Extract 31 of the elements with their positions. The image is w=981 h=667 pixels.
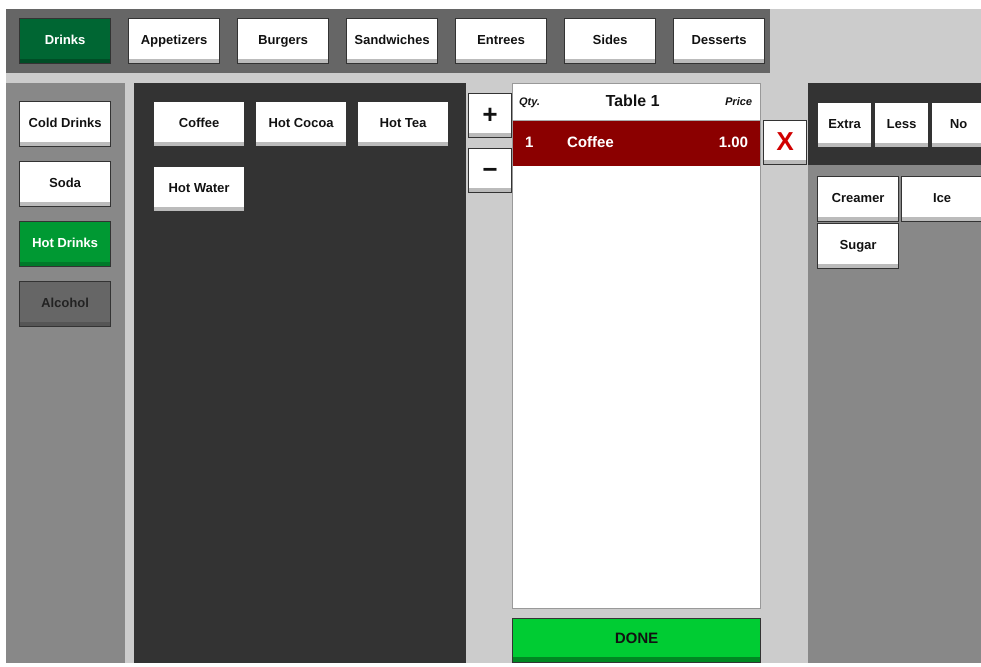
order-row[interactable]: 1 Coffee 1.00 <box>513 121 760 166</box>
subcategory-button[interactable]: Cold Drinks <box>19 101 111 147</box>
modifier-type-button[interactable]: Extra <box>817 102 872 148</box>
category-tab[interactable]: Desserts <box>673 18 765 64</box>
category-tab[interactable]: Appetizers <box>128 18 220 64</box>
modifier-type-button[interactable]: No <box>931 102 981 148</box>
subcategory-button[interactable]: Hot Drinks <box>19 221 111 267</box>
category-tab[interactable]: Sides <box>564 18 656 64</box>
order-title: Table 1 <box>606 92 660 112</box>
order-qty: 1 <box>525 134 534 152</box>
menu-item-button[interactable]: Hot Water <box>153 166 245 212</box>
done-button[interactable]: DONE <box>512 618 761 663</box>
remove-button[interactable]: X <box>763 120 807 165</box>
minus-button[interactable]: − <box>468 148 512 193</box>
category-tab[interactable]: Drinks <box>19 18 111 64</box>
category-tab[interactable]: Entrees <box>455 18 547 64</box>
plus-button[interactable]: + <box>468 93 512 138</box>
modifier-button[interactable]: Sugar <box>817 223 899 269</box>
order-item-name: Coffee <box>567 134 614 152</box>
menu-item-button[interactable]: Coffee <box>153 101 245 147</box>
qty-header: Qty. <box>519 94 540 110</box>
price-header: Price <box>725 94 752 110</box>
category-tab[interactable]: Sandwiches <box>346 18 438 64</box>
category-tab[interactable]: Burgers <box>237 18 329 64</box>
modifier-button[interactable]: Ice <box>901 176 981 222</box>
order-price: 1.00 <box>718 134 748 152</box>
modifier-button[interactable]: Creamer <box>817 176 899 222</box>
menu-item-button[interactable]: Hot Tea <box>357 101 449 147</box>
menu-item-button[interactable]: Hot Cocoa <box>255 101 347 147</box>
subcategory-button[interactable]: Soda <box>19 161 111 207</box>
modifier-type-button[interactable]: Less <box>874 102 929 148</box>
